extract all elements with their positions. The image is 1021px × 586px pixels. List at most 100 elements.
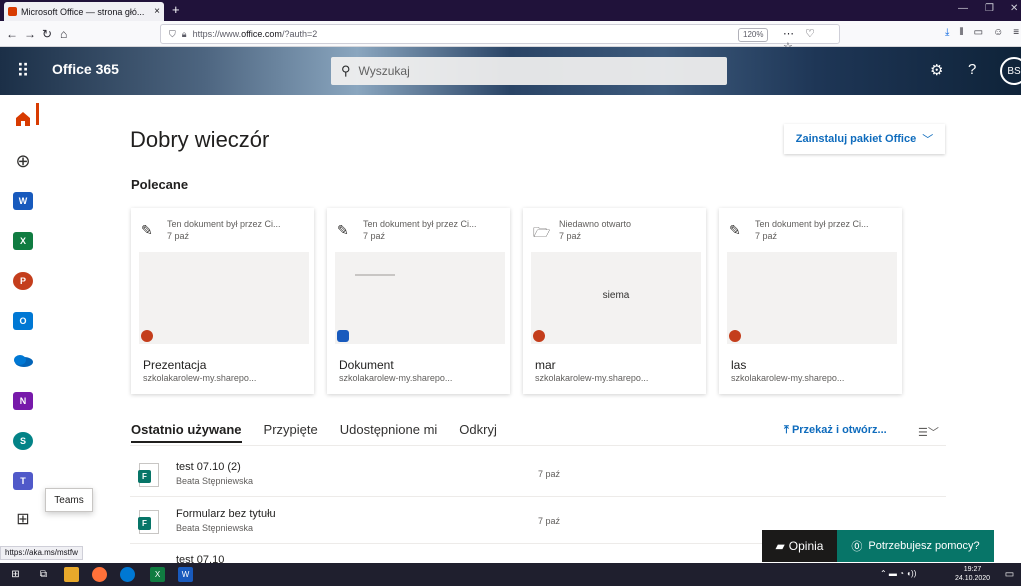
powerpoint-badge-icon: [729, 330, 741, 342]
notifications-icon[interactable]: ▭: [1002, 567, 1017, 582]
powerpoint-badge-icon: [533, 330, 545, 342]
powerpoint-badge-icon: [141, 330, 153, 342]
teams-tooltip: Teams: [45, 488, 93, 512]
zoom-badge[interactable]: 120%: [738, 28, 769, 42]
menu-icon[interactable]: ≡: [1013, 27, 1019, 38]
pencil-icon: ✎: [729, 222, 741, 238]
app-rail: ⊕ W X P O N S T ⊞: [0, 95, 46, 563]
settings-gear-icon[interactable]: ⚙: [930, 61, 943, 79]
word-logo-icon: W: [13, 192, 33, 210]
sharepoint-app-icon[interactable]: S: [12, 430, 34, 452]
help-button[interactable]: ⓪ Potrzebujesz pomocy?: [837, 530, 994, 562]
recommended-card[interactable]: ✎ Ten dokument był przez Ci... 7 paź Doku…: [327, 208, 510, 394]
new-tab-button[interactable]: +: [172, 2, 180, 17]
help-icon[interactable]: ?: [968, 61, 976, 78]
onenote-app-icon[interactable]: N: [12, 390, 34, 412]
home-icon[interactable]: ⌂: [60, 25, 67, 43]
clock-date: 24.10.2020: [955, 575, 991, 582]
file-owner: Beata Stępniewska: [176, 523, 254, 533]
home-nav-icon[interactable]: [12, 108, 34, 130]
recommended-card[interactable]: ✎ Ten dokument był przez Ci... 7 paź Prez…: [131, 208, 314, 394]
table-row[interactable]: F test 07.10 (2) Beata Stępniewska 7 paź: [130, 455, 946, 497]
upload-open-button[interactable]: ⤒ Przekaż i otwórz...: [784, 424, 887, 437]
tab-recent[interactable]: Ostatnio używane: [131, 422, 242, 443]
install-office-button[interactable]: Zainstaluj pakiet Office ﹀: [784, 124, 945, 154]
word-taskbar-icon[interactable]: W: [178, 567, 193, 582]
preview-text-line: [355, 274, 395, 276]
file-date: 7 paź: [538, 516, 561, 526]
avatar[interactable]: BS: [1000, 57, 1021, 85]
tab-discover[interactable]: Odkryj: [459, 422, 497, 443]
windows-start-icon[interactable]: ⊞: [8, 567, 23, 582]
browser-tab[interactable]: Microsoft Office — strona głó... ×: [4, 2, 164, 21]
create-new-icon[interactable]: ⊕: [12, 150, 34, 172]
restore-icon[interactable]: ❐: [985, 3, 994, 14]
recommended-heading: Polecane: [131, 177, 189, 192]
tab-close-icon[interactable]: ×: [150, 6, 164, 17]
minimize-icon[interactable]: —: [958, 3, 968, 14]
chevron-down-icon: ﹀: [922, 134, 934, 146]
reload-icon[interactable]: ↻: [42, 25, 52, 43]
upload-open-label: Przekaż i otwórz...: [791, 424, 887, 436]
word-app-icon[interactable]: W: [12, 190, 34, 212]
account-icon[interactable]: ☺: [993, 27, 1003, 38]
shield-icon: ⛉: [169, 28, 176, 39]
file-name: test 07.10: [176, 554, 225, 563]
excel-taskbar-icon[interactable]: X: [150, 567, 165, 582]
folder-open-icon: 🗁: [533, 224, 551, 240]
sharepoint-logo-icon: S: [13, 432, 33, 450]
clock[interactable]: 19:27 24.10.2020: [955, 565, 990, 583]
help-circle-icon: ⓪: [851, 541, 863, 553]
window-close-icon[interactable]: ✕: [1010, 3, 1018, 14]
system-tray-icons[interactable]: ⌃ ▬ ◔ ◖)): [880, 569, 916, 578]
card-preview: [139, 252, 309, 344]
download-icon[interactable]: ⤓: [945, 27, 949, 38]
onedrive-app-icon[interactable]: [12, 350, 34, 372]
edge-icon[interactable]: [120, 567, 135, 582]
teams-app-icon[interactable]: T: [12, 470, 34, 492]
outlook-logo-icon: O: [13, 312, 33, 330]
onenote-logo-icon: N: [13, 392, 33, 410]
brand-title[interactable]: Office 365: [52, 61, 119, 77]
file-date: 7 paź: [538, 469, 561, 479]
active-indicator: [36, 103, 39, 125]
powerpoint-app-icon[interactable]: P: [12, 270, 34, 292]
upload-icon: ⤒: [784, 424, 789, 436]
address-bar[interactable]: ⛉ 🔒︎ https://www.office.com/?auth=2 120%…: [160, 24, 840, 53]
firefox-icon[interactable]: [92, 567, 107, 582]
forms-file-icon: F: [138, 510, 159, 534]
file-explorer-icon[interactable]: [64, 567, 79, 582]
pencil-icon: ✎: [141, 222, 153, 238]
file-owner: Beata Stępniewska: [176, 476, 254, 486]
forward-icon[interactable]: →: [24, 25, 36, 43]
excel-app-icon[interactable]: X: [12, 230, 34, 252]
card-preview: siema: [531, 252, 701, 344]
install-office-label: Zainstaluj pakiet Office: [795, 133, 917, 145]
recommended-card[interactable]: 🗁 Niedawno otwarto 7 paź siema mar szkola…: [523, 208, 706, 394]
all-apps-icon[interactable]: ⊞: [12, 508, 34, 530]
feedback-button[interactable]: ▰ Opinia: [762, 530, 837, 562]
app-launcher-icon[interactable]: ⠿: [0, 47, 46, 95]
search-input[interactable]: ⚲ Wyszukaj: [331, 57, 727, 85]
divider: [130, 445, 946, 446]
sort-filter-icon[interactable]: ☰﹀: [918, 424, 939, 440]
tab-shared[interactable]: Udostępnione mi: [340, 422, 438, 443]
library-icon[interactable]: ⫴: [959, 27, 963, 38]
recommended-card[interactable]: ✎ Ten dokument był przez Ci... 7 paź las …: [719, 208, 902, 394]
task-view-icon[interactable]: ⧉: [36, 567, 51, 582]
outlook-app-icon[interactable]: O: [12, 310, 34, 332]
card-reason: Niedawno otwarto 7 paź: [559, 219, 632, 241]
back-icon[interactable]: ←: [6, 25, 18, 43]
card-site: szkolakarolew-my.sharepo...: [731, 373, 845, 383]
office-header: ⠿ Office 365 ⚲ Wyszukaj ⚙ ? BS: [0, 47, 1021, 95]
teams-logo-icon: T: [13, 472, 33, 490]
comment-icon: ▰: [775, 539, 785, 553]
windows-taskbar: ⊞ ⧉ X W ⌃ ▬ ◔ ◖)) 19:27 24.10.2020 ▭: [0, 563, 1021, 586]
card-preview: [335, 252, 505, 344]
toolbar-icons: ⤓ ⫴ ▭ ☺ ≡: [945, 27, 1019, 38]
browser-nav-bar: ← → ↻ ⌂ ⛉ 🔒︎ https://www.office.com/?aut…: [0, 21, 1021, 53]
card-site: szkolakarolew-my.sharepo...: [535, 373, 649, 383]
help-label: Potrzebujesz pomocy?: [868, 540, 980, 552]
tab-pinned[interactable]: Przypięte: [264, 422, 318, 443]
sidebar-icon[interactable]: ▭: [974, 27, 983, 38]
